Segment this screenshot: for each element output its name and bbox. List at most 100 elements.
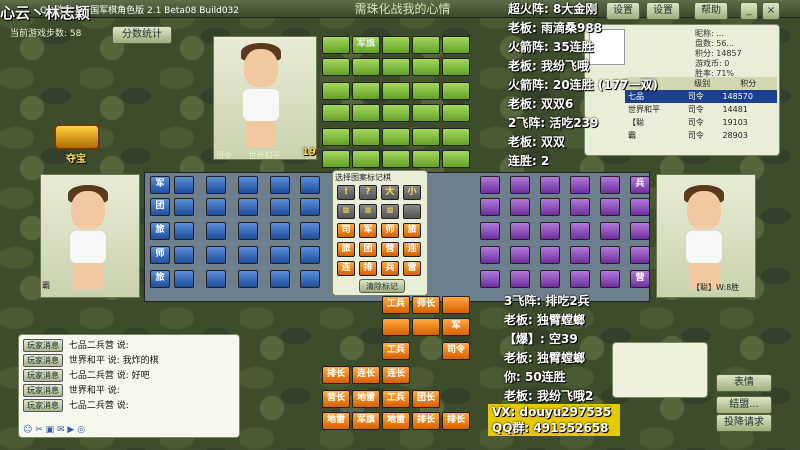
board-piece[interactable]: 地雷 bbox=[382, 412, 410, 430]
board-piece[interactable] bbox=[412, 36, 440, 54]
mark-option[interactable]: 雷 bbox=[403, 261, 421, 276]
chat-sender[interactable]: 世界和平 bbox=[66, 386, 108, 396]
board-piece[interactable] bbox=[382, 58, 410, 76]
board-piece[interactable] bbox=[442, 296, 470, 314]
board-piece[interactable] bbox=[510, 198, 530, 216]
board-piece[interactable]: 旅 bbox=[150, 222, 170, 240]
board-piece[interactable] bbox=[174, 246, 194, 264]
board-piece[interactable] bbox=[206, 176, 226, 194]
board-piece[interactable]: 营长 bbox=[322, 390, 350, 408]
board-piece[interactable]: 排长 bbox=[442, 412, 470, 430]
mark-option[interactable]: ≡ bbox=[337, 204, 355, 219]
board-piece[interactable] bbox=[510, 270, 530, 288]
board-piece[interactable]: 连长 bbox=[382, 366, 410, 384]
board-piece[interactable] bbox=[600, 222, 620, 240]
board-piece[interactable]: 军 bbox=[150, 176, 170, 194]
board-piece[interactable]: 团长 bbox=[412, 390, 440, 408]
board-piece[interactable] bbox=[238, 246, 258, 264]
board-piece[interactable] bbox=[442, 82, 470, 100]
surrender-button[interactable]: 投降请求 bbox=[716, 414, 772, 432]
board-piece[interactable] bbox=[206, 246, 226, 264]
board-piece[interactable] bbox=[174, 176, 194, 194]
board-piece[interactable] bbox=[382, 318, 410, 336]
board-piece[interactable]: 师 bbox=[150, 246, 170, 264]
board-piece[interactable] bbox=[570, 270, 590, 288]
alliance-button[interactable]: 结盟... bbox=[716, 396, 772, 414]
board-piece[interactable] bbox=[270, 176, 290, 194]
board-piece[interactable] bbox=[300, 222, 320, 240]
mark-option[interactable]: 排 bbox=[359, 261, 377, 276]
board-piece[interactable] bbox=[570, 222, 590, 240]
board-piece[interactable] bbox=[300, 270, 320, 288]
mark-option[interactable]: 师 bbox=[381, 223, 399, 238]
board-piece[interactable] bbox=[352, 150, 380, 168]
board-piece[interactable] bbox=[540, 246, 560, 264]
minimize-button[interactable]: _ bbox=[740, 2, 758, 20]
board-piece[interactable]: 地雷 bbox=[352, 390, 380, 408]
board-piece[interactable] bbox=[174, 198, 194, 216]
board-piece[interactable] bbox=[322, 128, 350, 146]
board-piece[interactable] bbox=[510, 246, 530, 264]
mark-option[interactable]: 小 bbox=[403, 185, 421, 200]
board-piece[interactable] bbox=[442, 58, 470, 76]
board-piece[interactable]: 军旗 bbox=[352, 412, 380, 430]
board-piece[interactable] bbox=[540, 222, 560, 240]
board-piece[interactable]: 司令 bbox=[442, 342, 470, 360]
emote-button[interactable]: 表情 bbox=[716, 374, 772, 392]
board-piece[interactable]: 兵 bbox=[630, 176, 650, 194]
board-piece[interactable]: 地雷 bbox=[322, 412, 350, 430]
mark-option[interactable]: 连 bbox=[337, 261, 355, 276]
mark-option[interactable]: ≡ bbox=[359, 204, 377, 219]
board-piece[interactable] bbox=[238, 198, 258, 216]
board-piece[interactable] bbox=[322, 58, 350, 76]
board-piece[interactable] bbox=[600, 270, 620, 288]
mark-option[interactable]: 军 bbox=[359, 223, 377, 238]
board-piece[interactable] bbox=[174, 222, 194, 240]
board-piece[interactable] bbox=[412, 318, 440, 336]
board-piece[interactable] bbox=[480, 246, 500, 264]
board-piece[interactable] bbox=[174, 270, 194, 288]
board-piece[interactable] bbox=[480, 222, 500, 240]
chat-sender[interactable]: 七品二兵营 bbox=[66, 341, 117, 351]
board-piece[interactable] bbox=[630, 198, 650, 216]
mark-option[interactable]: ≡ bbox=[381, 204, 399, 219]
help-button[interactable]: 帮助 bbox=[694, 2, 728, 20]
close-button[interactable]: × bbox=[762, 2, 780, 20]
board-piece[interactable] bbox=[382, 104, 410, 122]
chat-sender[interactable]: 七品二兵营 bbox=[66, 371, 117, 381]
board-piece[interactable] bbox=[206, 222, 226, 240]
mark-option[interactable]: 大 bbox=[381, 185, 399, 200]
chat-toolbar[interactable]: ☺ ✂ ▣ ✉ ▶ ◎ bbox=[23, 425, 233, 437]
board-piece[interactable] bbox=[352, 128, 380, 146]
board-piece[interactable] bbox=[322, 36, 350, 54]
board-piece[interactable] bbox=[300, 198, 320, 216]
board-piece[interactable] bbox=[480, 176, 500, 194]
board-piece[interactable] bbox=[540, 270, 560, 288]
board-piece[interactable] bbox=[382, 150, 410, 168]
board-piece[interactable] bbox=[270, 270, 290, 288]
board-piece[interactable] bbox=[600, 246, 620, 264]
board-piece[interactable]: 连长 bbox=[352, 366, 380, 384]
board-piece[interactable] bbox=[412, 82, 440, 100]
board-piece[interactable]: 军 bbox=[442, 318, 470, 336]
board-piece[interactable]: 排长 bbox=[412, 412, 440, 430]
board-piece[interactable] bbox=[600, 176, 620, 194]
board-piece[interactable]: 工兵 bbox=[382, 296, 410, 314]
board-piece[interactable] bbox=[352, 58, 380, 76]
board-piece[interactable] bbox=[238, 222, 258, 240]
board-piece[interactable]: 团 bbox=[150, 198, 170, 216]
board-piece[interactable] bbox=[442, 104, 470, 122]
board-piece[interactable] bbox=[480, 198, 500, 216]
board-piece[interactable] bbox=[238, 176, 258, 194]
board-piece[interactable] bbox=[480, 270, 500, 288]
clear-mark-button[interactable]: 清除标记 bbox=[359, 279, 405, 293]
mark-option[interactable]: ! bbox=[337, 185, 355, 200]
mark-option[interactable]: 旅 bbox=[403, 223, 421, 238]
board-piece[interactable] bbox=[600, 198, 620, 216]
mark-option[interactable]: ? bbox=[359, 185, 377, 200]
board-piece[interactable] bbox=[510, 176, 530, 194]
board-piece[interactable] bbox=[442, 128, 470, 146]
board-piece[interactable] bbox=[238, 270, 258, 288]
board-piece[interactable] bbox=[412, 58, 440, 76]
board-piece[interactable] bbox=[270, 246, 290, 264]
